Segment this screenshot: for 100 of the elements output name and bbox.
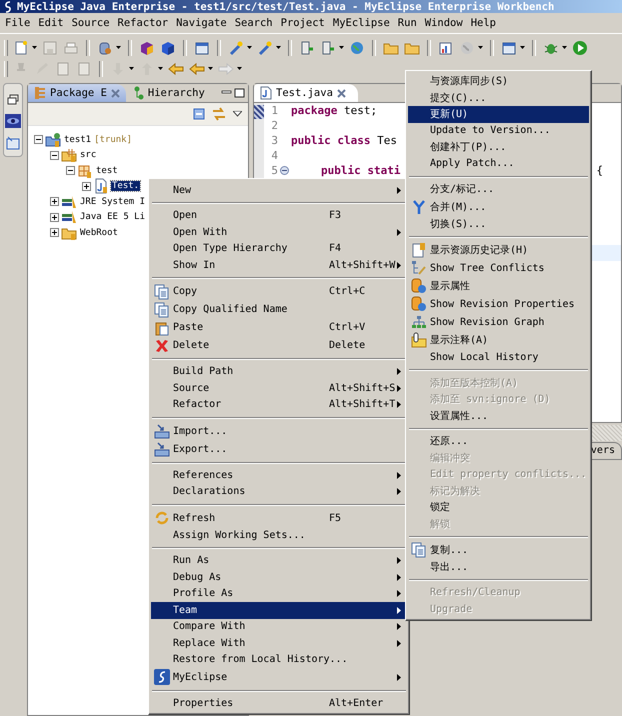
menu-item[interactable]: Team: [151, 602, 407, 618]
expander-icon[interactable]: [34, 135, 43, 144]
arrow-left-icon[interactable]: [168, 60, 184, 76]
menu-item[interactable]: Open F3: [151, 208, 407, 224]
window-icon[interactable]: [501, 40, 517, 56]
menu-item[interactable]: 更新(U): [408, 106, 589, 122]
menu-item[interactable]: 创建补丁(P)...: [408, 139, 589, 156]
view-tab[interactable]: Package E: [28, 84, 126, 102]
menu-item[interactable]: Run: [394, 17, 421, 29]
collapse-all-icon[interactable]: [193, 108, 205, 120]
view-menu-icon[interactable]: [233, 111, 242, 117]
expander-icon[interactable]: [50, 212, 59, 222]
menu-item[interactable]: 显示资源历史记录(H): [408, 241, 589, 259]
menu-item[interactable]: Source Alt+Shift+S: [151, 380, 407, 396]
menu-item[interactable]: Edit: [34, 17, 68, 29]
menu-item[interactable]: 显示属性: [408, 277, 589, 295]
cube-icon[interactable]: [139, 40, 155, 56]
dropdown-caret-icon[interactable]: [32, 46, 37, 49]
expander-icon[interactable]: [50, 228, 59, 238]
menu-item[interactable]: Declarations: [151, 484, 407, 500]
menu-item[interactable]: New: [151, 182, 407, 198]
menu-item[interactable]: MyEclipse: [151, 668, 407, 686]
menu-item[interactable]: Restore from Local History...: [151, 652, 407, 668]
close-icon[interactable]: [110, 88, 120, 98]
chart-icon[interactable]: [438, 40, 454, 56]
menu-item[interactable]: Window: [420, 17, 467, 29]
menu-item[interactable]: Show Tree Conflicts: [408, 259, 589, 277]
menu-item[interactable]: References: [151, 467, 407, 484]
menu-item[interactable]: Replace With: [151, 635, 407, 652]
menu-item[interactable]: Copy Ctrl+C: [151, 282, 407, 300]
editor-tab[interactable]: Test.java: [254, 84, 358, 102]
close-icon[interactable]: [336, 88, 346, 98]
menu-item[interactable]: Help: [466, 17, 500, 29]
menu-item[interactable]: 与资源库同步(S): [408, 73, 589, 90]
expander-icon[interactable]: [66, 166, 75, 176]
menu-item[interactable]: Refactor Alt+Shift+T: [151, 396, 407, 413]
menu-item[interactable]: MyEclipse: [328, 17, 394, 29]
menu-item[interactable]: Update to Version...: [408, 122, 589, 139]
menu-item[interactable]: Refresh F5: [151, 509, 407, 527]
dropdown-caret-icon[interactable]: [478, 46, 483, 49]
window-icon[interactable]: [194, 40, 210, 56]
dropdown-caret-icon[interactable]: [276, 46, 281, 49]
page-icon[interactable]: [13, 40, 29, 56]
tree-item[interactable]: src: [79, 150, 98, 160]
restore-icon[interactable]: [7, 94, 19, 106]
menu-item[interactable]: Paste Ctrl+V: [151, 318, 407, 336]
maximize-icon[interactable]: [234, 88, 245, 98]
menu-item[interactable]: Show Local History: [408, 349, 589, 366]
expander-icon[interactable]: [82, 182, 91, 191]
menu-item[interactable]: Show Revision Properties: [408, 295, 589, 313]
cube-icon[interactable]: [160, 40, 176, 56]
dropdown-caret-icon[interactable]: [158, 67, 163, 70]
dropdown-caret-icon[interactable]: [208, 67, 213, 70]
tree-item[interactable]: WebRoot: [79, 228, 119, 238]
fold-icon[interactable]: [280, 166, 289, 175]
eye-icon[interactable]: [5, 114, 21, 128]
menu-item[interactable]: Project: [276, 17, 329, 29]
menu-item[interactable]: Copy Qualified Name: [151, 300, 407, 318]
menu-item[interactable]: 设置属性...: [408, 408, 589, 424]
dropdown-caret-icon[interactable]: [129, 67, 134, 70]
dropdown-caret-icon[interactable]: [116, 46, 121, 49]
dropdown-caret-icon[interactable]: [520, 46, 525, 49]
menu-item[interactable]: Navigate: [172, 17, 231, 29]
tree-item[interactable]: JRE System I: [79, 196, 146, 207]
menu-item[interactable]: Refactor: [114, 17, 172, 29]
menu-item[interactable]: Run As: [151, 552, 407, 569]
menu-item[interactable]: 提交(C)...: [408, 90, 589, 106]
menu-item[interactable]: File: [1, 17, 34, 29]
menu-item[interactable]: Open With: [151, 224, 407, 240]
tree-item[interactable]: Test.: [111, 181, 140, 192]
menu-item[interactable]: Open Type Hierarchy F4: [151, 240, 407, 257]
menu-item[interactable]: Show Revision Graph: [408, 313, 589, 331]
menu-item[interactable]: Search: [230, 17, 277, 29]
menu-item[interactable]: Compare With: [151, 618, 407, 635]
menu-item[interactable]: 显示注释(A): [408, 331, 589, 349]
menu-item[interactable]: Properties Alt+Enter: [151, 695, 407, 712]
menu-item[interactable]: 切换(S)...: [408, 216, 589, 232]
cylinder-icon[interactable]: [97, 40, 113, 56]
expander-icon[interactable]: [50, 150, 59, 160]
menu-item[interactable]: 分支/标记...: [408, 181, 589, 198]
menu-item[interactable]: Delete Delete: [151, 336, 407, 354]
expander-icon[interactable]: [50, 197, 59, 206]
menu-item[interactable]: 合并(M)...: [408, 198, 589, 216]
tree-item[interactable]: test: [95, 166, 119, 176]
dropdown-caret-icon[interactable]: [247, 46, 252, 49]
menu-item[interactable]: Profile As: [151, 586, 407, 602]
menu-item[interactable]: 复制...: [408, 541, 589, 559]
play-icon[interactable]: [572, 40, 588, 56]
menu-item[interactable]: Export...: [151, 440, 407, 458]
menu-item[interactable]: Assign Working Sets...: [151, 527, 407, 544]
dropdown-caret-icon[interactable]: [237, 67, 242, 70]
tree-item[interactable]: test1: [63, 134, 92, 145]
menu-item[interactable]: Apply Patch...: [408, 156, 589, 172]
tree-item[interactable]: Java EE 5 Li: [79, 212, 146, 222]
menu-item[interactable]: Source: [68, 17, 114, 29]
window-icon[interactable]: [6, 136, 20, 150]
menu-item[interactable]: Debug As: [151, 569, 407, 586]
menu-item[interactable]: Build Path: [151, 364, 407, 380]
menu-item[interactable]: Show In Alt+Shift+W: [151, 257, 407, 274]
menu-item[interactable]: 导出...: [408, 559, 589, 576]
